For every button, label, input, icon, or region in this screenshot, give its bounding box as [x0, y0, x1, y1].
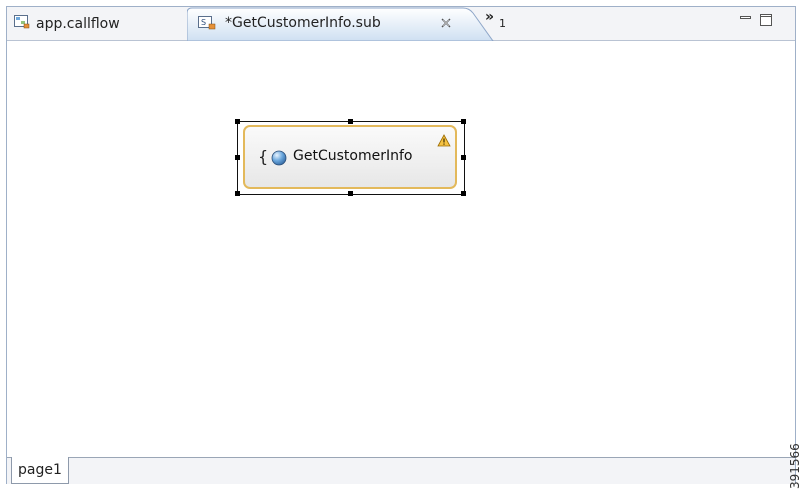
node-label: GetCustomerInfo	[293, 148, 413, 164]
warning-icon[interactable]	[437, 134, 451, 151]
globe-icon	[271, 150, 287, 170]
figure-id-watermark: 391566	[788, 437, 802, 489]
maximize-icon[interactable]	[759, 13, 773, 31]
page-tab-bar: page1	[7, 457, 795, 484]
resize-handle-sw[interactable]	[235, 191, 240, 196]
resize-handle-se[interactable]	[461, 191, 466, 196]
close-icon[interactable]	[440, 17, 452, 33]
node-prefix: {	[258, 147, 269, 166]
page-tab-page1[interactable]: page1	[11, 457, 69, 484]
figure-id-text: 391566	[788, 443, 802, 489]
resize-handle-e[interactable]	[461, 155, 466, 160]
resize-handle-s[interactable]	[348, 191, 353, 196]
resize-handle-ne[interactable]	[461, 119, 466, 124]
tab-label: *GetCustomerInfo.sub	[225, 15, 381, 31]
chevron-double-right-icon: »	[485, 9, 495, 25]
tab-getcustomerinfo-sub[interactable]: S *GetCustomerInfo.sub	[187, 7, 497, 41]
svg-text:S: S	[201, 18, 206, 27]
tab-label: app.callflow	[36, 15, 120, 32]
tab-app-callflow[interactable]: app.callflow	[7, 7, 177, 40]
resize-handle-w[interactable]	[235, 155, 240, 160]
minimize-icon[interactable]	[739, 13, 753, 29]
resize-handle-nw[interactable]	[235, 119, 240, 124]
subflow-file-icon: S	[198, 16, 216, 34]
callflow-file-icon	[14, 14, 30, 33]
hidden-tab-count: 1	[499, 17, 506, 30]
resize-handle-n[interactable]	[348, 119, 353, 124]
selected-node[interactable]: { GetCustomerInfo	[235, 119, 466, 197]
flow-canvas[interactable]: { GetCustomerInfo	[7, 41, 795, 461]
editor-tab-bar: app.callflow S *GetCustomerInfo.sub » 1	[7, 7, 795, 41]
getcustomerinfo-node[interactable]: { GetCustomerInfo	[243, 125, 457, 189]
editor-panel: app.callflow S *GetCustomerInfo.sub » 1 …	[6, 6, 796, 484]
